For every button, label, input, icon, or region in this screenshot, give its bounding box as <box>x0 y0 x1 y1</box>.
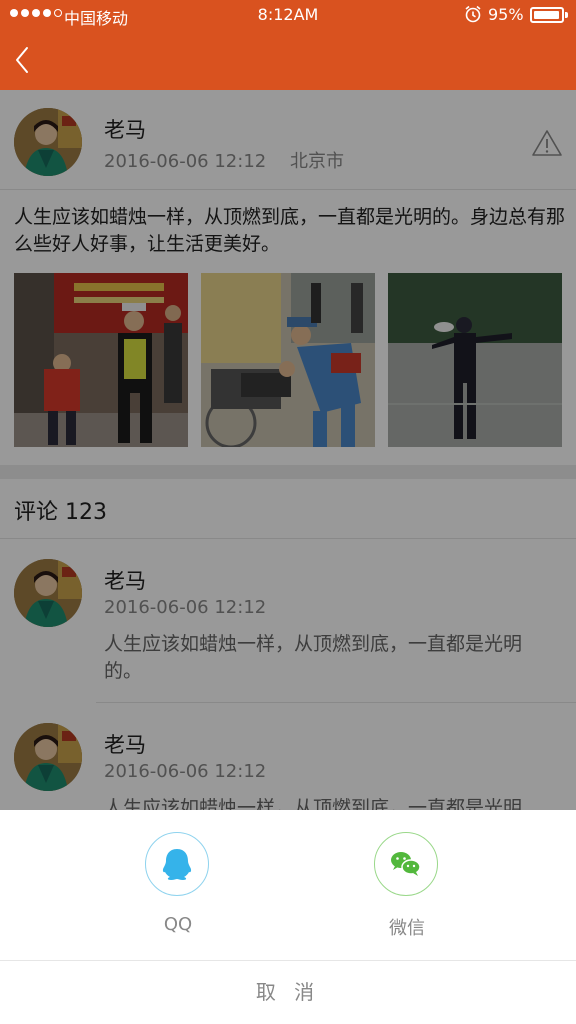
share-qq-label: QQ <box>163 914 193 935</box>
cancel-button[interactable]: 取 消 <box>0 961 576 1024</box>
share-qq-button[interactable]: QQ <box>128 832 228 942</box>
share-sheet: QQ 微信 取 消 <box>0 810 576 1024</box>
navigation-bar <box>0 30 576 90</box>
share-wechat-button[interactable]: 微信 <box>357 832 457 942</box>
battery-percent: 95% <box>488 5 524 24</box>
status-bar: 中国移动 8:12AM 95% <box>0 0 576 30</box>
share-wechat-label: 微信 <box>389 918 425 939</box>
back-button[interactable] <box>8 40 48 80</box>
chevron-left-icon <box>16 47 28 73</box>
alarm-clock-icon <box>463 4 483 28</box>
modal-overlay[interactable] <box>0 90 576 810</box>
wechat-icon <box>374 832 438 896</box>
qq-penguin-icon <box>145 832 209 896</box>
battery-icon <box>530 7 568 23</box>
